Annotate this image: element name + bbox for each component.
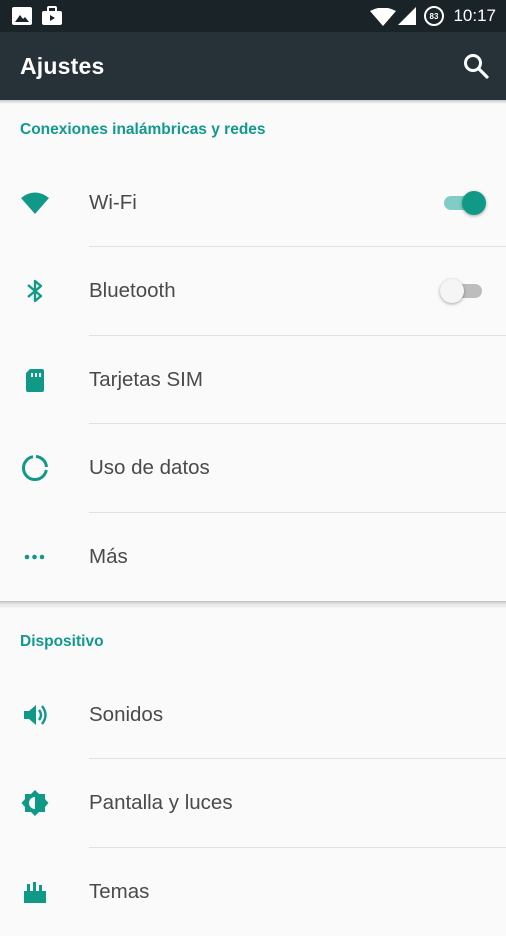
bluetooth-toggle[interactable] (440, 276, 486, 306)
wifi-icon (21, 192, 49, 214)
section-separator (0, 601, 506, 609)
status-bar: 83 10:17 (0, 0, 506, 32)
settings-item-more[interactable]: Más (0, 513, 506, 601)
themes-icon (24, 882, 46, 903)
settings-item-label: Tarjetas SIM (89, 368, 203, 391)
battery-level: 83 (429, 12, 439, 21)
settings-item-sounds[interactable]: Sonidos (0, 671, 506, 759)
settings-item-label: Wi-Fi (89, 191, 137, 214)
bluetooth-icon (27, 279, 43, 303)
settings-item-display[interactable]: Pantalla y luces (0, 759, 506, 847)
brightness-icon (21, 790, 49, 816)
settings-item-bluetooth[interactable]: Bluetooth (0, 247, 506, 335)
settings-item-label: Más (89, 545, 128, 568)
settings-item-label: Uso de datos (89, 456, 210, 479)
search-icon[interactable] (462, 52, 490, 80)
clock: 10:17 (453, 6, 496, 25)
page-title: Ajustes (20, 53, 105, 79)
data-usage-icon (21, 455, 48, 482)
settings-item-label: Bluetooth (89, 279, 176, 302)
section-header-wireless: Conexiones inalámbricas y redes (20, 121, 266, 138)
wifi-toggle[interactable] (440, 188, 486, 218)
briefcase-icon (42, 6, 62, 25)
app-bar-shadow (0, 100, 506, 104)
settings-item-label: Sonidos (89, 703, 164, 726)
settings-item-sim-cards[interactable]: Tarjetas SIM (0, 336, 506, 424)
settings-item-label: Temas (89, 880, 150, 903)
sim-card-icon (26, 369, 44, 392)
section-header-device: Dispositivo (20, 633, 104, 650)
settings-item-data-usage[interactable]: Uso de datos (0, 424, 506, 512)
app-bar: Ajustes (0, 32, 506, 100)
image-icon (12, 7, 32, 25)
settings-item-label: Pantalla y luces (89, 791, 233, 814)
volume-icon (24, 705, 47, 725)
more-icon (24, 554, 45, 560)
signal-icon (398, 7, 416, 25)
wifi-icon (370, 8, 396, 26)
settings-item-themes[interactable]: Temas (0, 848, 506, 936)
settings-item-wifi[interactable]: Wi-Fi (0, 159, 506, 247)
